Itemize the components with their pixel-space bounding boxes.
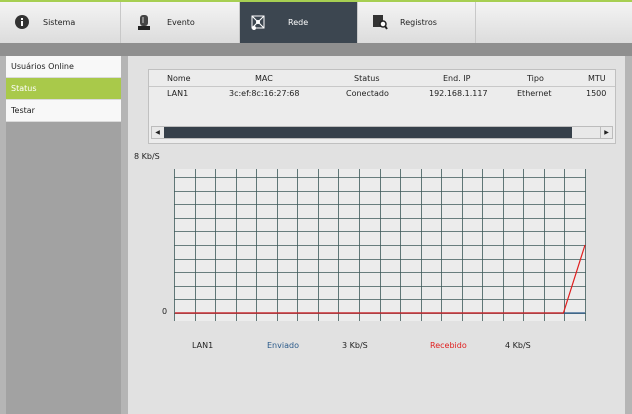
scroll-left-arrow-icon[interactable]: ◀ (152, 127, 163, 138)
tab-label-evento: Evento (167, 18, 195, 27)
legend-recv-value: 4 Kb/S (505, 341, 531, 350)
tab-rede[interactable]: Rede (240, 2, 358, 43)
header-strip (0, 43, 632, 56)
legend-sent-label: Enviado (267, 341, 299, 350)
sidebar-menu: Usuários Online Status Testar (6, 56, 121, 122)
bandwidth-chart (174, 169, 586, 321)
legend-sent-value: 3 Kb/S (342, 341, 368, 350)
scroll-right-arrow-icon[interactable]: ▶ (600, 127, 612, 138)
cell-tipo: Ethernet (517, 89, 552, 98)
table-header: Nome MAC Status End. IP Tipo MTU (149, 72, 615, 87)
cell-mac: 3c:ef:8c:16:27:68 (229, 89, 300, 98)
tab-label-registros: Registros (400, 18, 437, 27)
sidebar-item-testar[interactable]: Testar (6, 100, 121, 122)
table-row[interactable]: LAN1 3c:ef:8c:16:27:68 Conectado 192.168… (149, 87, 615, 101)
tab-evento[interactable]: Evento (121, 2, 240, 43)
network-icon (250, 14, 266, 32)
magnifier-icon (372, 14, 388, 32)
column-header-mac: MAC (255, 74, 273, 83)
sidebar: Usuários Online Status Testar (6, 56, 121, 414)
tab-sistema[interactable]: Sistema (0, 2, 121, 43)
column-header-mtu: MTU (588, 74, 606, 83)
tab-label-rede: Rede (288, 18, 309, 27)
sidebar-item-status[interactable]: Status (6, 78, 121, 100)
cell-end-ip: 192.168.1.117 (429, 89, 488, 98)
cell-mtu: 1500 (586, 89, 607, 98)
cell-status: Conectado (346, 89, 389, 98)
sidebar-item-usuarios-online[interactable]: Usuários Online (6, 56, 121, 78)
column-header-nome: Nome (167, 74, 191, 83)
scrollbar-thumb[interactable] (164, 127, 572, 138)
chart-y-max-label: 8 Kb/S (134, 152, 160, 161)
tab-registros[interactable]: Registros (358, 2, 476, 43)
legend-interface: LAN1 (192, 341, 214, 350)
info-icon (15, 14, 29, 31)
main-tab-bar: Sistema Evento Rede Registros (0, 2, 632, 44)
tab-label-sistema: Sistema (43, 18, 76, 27)
column-header-end-ip: End. IP (443, 74, 471, 83)
column-header-tipo: Tipo (527, 74, 544, 83)
cell-nome: LAN1 (167, 89, 189, 98)
content-panel: Nome MAC Status End. IP Tipo MTU LAN1 3c… (128, 56, 625, 414)
network-status-table: Nome MAC Status End. IP Tipo MTU LAN1 3c… (148, 69, 616, 144)
column-header-status: Status (354, 74, 380, 83)
legend-recv-label: Recebido (430, 341, 467, 350)
chart-y-min-label: 0 (162, 307, 168, 316)
siren-icon (138, 14, 150, 32)
horizontal-scrollbar[interactable]: ◀ ▶ (151, 126, 613, 139)
